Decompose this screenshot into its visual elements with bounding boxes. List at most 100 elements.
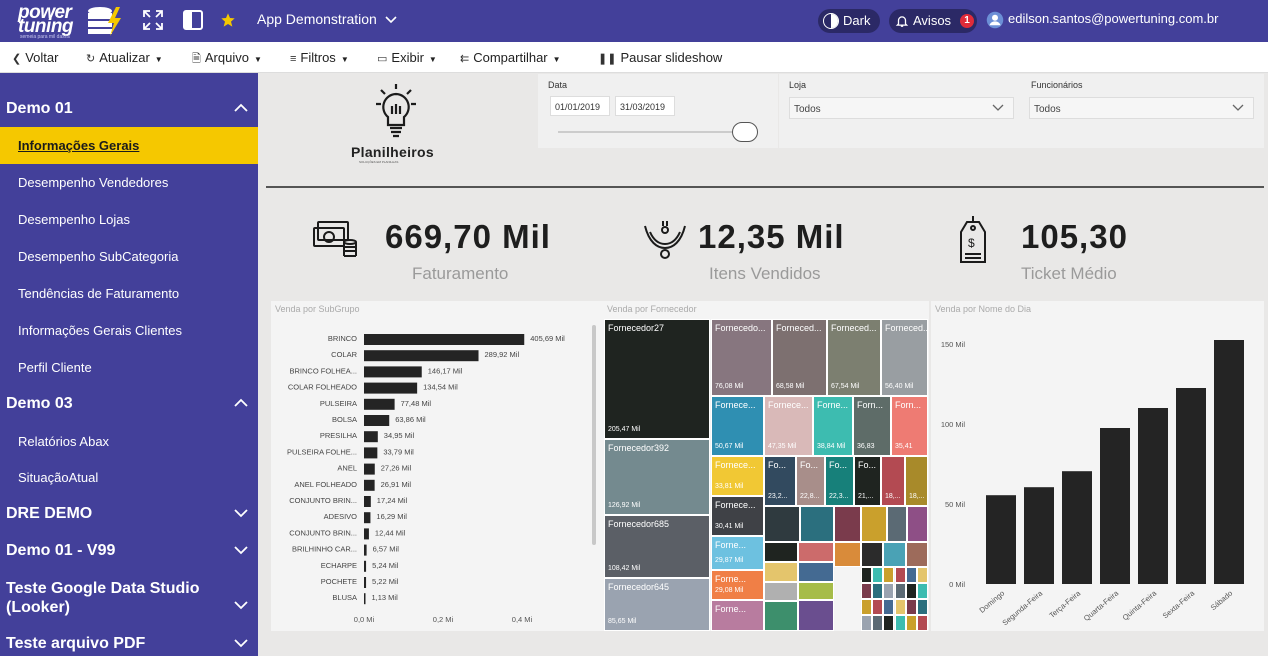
chart-subgrupo-scrollbar[interactable] — [592, 325, 596, 545]
bar-7[interactable] — [364, 447, 378, 459]
app-title-dropdown[interactable]: App Demonstration — [257, 11, 397, 27]
treemap-tile-small[interactable] — [872, 567, 884, 583]
bar-16[interactable] — [364, 593, 366, 605]
treemap-tile-small[interactable] — [764, 562, 798, 582]
treemap-tile-small[interactable] — [917, 615, 928, 631]
date-start-input[interactable]: 01/01/2019 — [550, 96, 610, 116]
sidebar-item-tendencias-faturamento[interactable]: Tendências de Faturamento — [0, 275, 258, 312]
treemap-tile-small[interactable] — [907, 506, 928, 542]
panel-toggle-icon[interactable] — [182, 9, 204, 31]
treemap-tile-small[interactable] — [872, 599, 884, 615]
atualizar-button[interactable]: ↻ Atualizar ▼ — [86, 50, 163, 65]
bar-12[interactable] — [364, 528, 369, 540]
bar-0[interactable] — [364, 334, 525, 345]
treemap-tile-small[interactable] — [894, 567, 906, 583]
arquivo-button[interactable]: 🗎 Arquivo ▼ — [192, 50, 262, 69]
bar-2[interactable] — [364, 366, 422, 378]
dark-mode-toggle[interactable]: Dark — [818, 9, 880, 33]
filtros-button[interactable]: ≡ Filtros ▼ — [290, 50, 349, 65]
treemap-tile-small[interactable] — [894, 583, 906, 599]
treemap-tile-4[interactable]: Fornecedo... 76,08 Mil — [711, 319, 772, 396]
treemap-tile-16[interactable]: Forne... 29,08 Mil — [711, 570, 764, 600]
treemap-tile-14[interactable]: Fornece... 30,41 Mil — [711, 496, 764, 536]
treemap-tile-small[interactable] — [872, 615, 884, 631]
treemap-tile-6[interactable]: Forneced... 67,54 Mil — [827, 319, 881, 396]
date-slider-track[interactable] — [558, 131, 758, 133]
bar-4[interactable] — [364, 398, 395, 410]
treemap-tile-small[interactable] — [883, 567, 895, 583]
treemap-tile-8[interactable]: Fornece... 50,67 Mil — [711, 396, 764, 456]
treemap-tile-small[interactable] — [834, 542, 861, 567]
avisos-button[interactable]: Avisos 1 — [889, 9, 977, 33]
bar-6[interactable] — [364, 431, 378, 443]
sidebar-item-perfil-cliente[interactable]: Perfil Cliente — [0, 349, 258, 386]
treemap-tile-3[interactable]: Fornecedor645 85,65 Mil — [604, 578, 710, 631]
treemap-tile-small[interactable] — [861, 583, 872, 599]
bar-5[interactable] — [364, 415, 390, 426]
treemap-tile-23[interactable]: 18,... — [905, 456, 928, 506]
exibir-button[interactable]: ▭ Exibir ▼ — [377, 50, 437, 65]
sidebar-item-informacoes-gerais-clientes[interactable]: Informações Gerais Clientes — [0, 312, 258, 349]
treemap-tile-small[interactable] — [883, 542, 906, 567]
treemap-tile-small[interactable] — [887, 506, 907, 542]
treemap-tile-small[interactable] — [800, 506, 834, 542]
treemap-tile-11[interactable]: Forn... 36,83 — [853, 396, 891, 456]
column-5[interactable] — [1176, 388, 1206, 584]
bar-1[interactable] — [364, 350, 479, 362]
treemap-tile-small[interactable] — [861, 599, 872, 615]
voltar-button[interactable]: ❮ Voltar — [12, 50, 58, 65]
star-icon[interactable] — [220, 12, 236, 28]
treemap-tile-small[interactable] — [905, 567, 917, 583]
treemap-tile-small[interactable] — [872, 583, 884, 599]
sidebar-section-looker[interactable]: Teste Google Data Studio (Looker) — [0, 579, 258, 619]
date-slider-handle[interactable] — [732, 122, 758, 142]
bar-14[interactable] — [364, 560, 367, 572]
powertuning-logo[interactable]: power tuning semeia para mil dashs — [16, 3, 126, 40]
treemap-tile-small[interactable] — [883, 583, 895, 599]
treemap-tile-small[interactable] — [764, 506, 800, 542]
bar-8[interactable] — [364, 463, 375, 475]
treemap-tile-small[interactable] — [906, 542, 928, 567]
date-end-input[interactable]: 31/03/2019 — [615, 96, 675, 116]
treemap-tile-small[interactable] — [861, 615, 872, 631]
treemap-tile-13[interactable]: Fornece... 33,81 Mil — [711, 456, 764, 496]
treemap-tile-small[interactable] — [834, 506, 861, 542]
treemap-tile-small[interactable] — [883, 615, 895, 631]
column-3[interactable] — [1100, 428, 1130, 584]
treemap-tile-small[interactable] — [905, 615, 917, 631]
treemap-tile-small[interactable] — [764, 542, 798, 562]
treemap-tile-small[interactable] — [883, 599, 895, 615]
sidebar-item-informacoes-gerais[interactable]: Informações Gerais — [0, 127, 258, 164]
treemap-tile-22[interactable]: 18,... — [881, 456, 905, 506]
sidebar-item-relatorios-abax[interactable]: Relatórios Abax — [0, 423, 258, 460]
treemap-tile-small[interactable] — [917, 599, 928, 615]
treemap-tile-2[interactable]: Fornecedor685 108,42 Mil — [604, 515, 710, 578]
sidebar-item-desempenho-lojas[interactable]: Desempenho Lojas — [0, 201, 258, 238]
treemap-tile-small[interactable] — [905, 599, 917, 615]
treemap-tile-small[interactable] — [798, 582, 834, 600]
treemap-tile-small[interactable] — [764, 601, 798, 631]
bar-9[interactable] — [364, 479, 375, 491]
bar-15[interactable] — [364, 577, 367, 588]
treemap-tile-small[interactable] — [861, 506, 887, 542]
treemap-tile-small[interactable] — [861, 542, 883, 567]
treemap-tile-19[interactable]: Fo... 22,8... — [796, 456, 825, 506]
funcionarios-dropdown[interactable]: Todos — [1029, 97, 1254, 119]
treemap-tile-12[interactable]: Forn... 35,41 — [891, 396, 928, 456]
treemap-tile-10[interactable]: Forne... 38,84 Mil — [813, 396, 853, 456]
treemap-tile-small[interactable] — [905, 583, 917, 599]
treemap-tile-small[interactable] — [798, 542, 834, 562]
compartilhar-button[interactable]: ⇇ Compartilhar ▼ — [460, 50, 561, 65]
treemap-tile-small[interactable] — [764, 582, 798, 601]
treemap-tile-small[interactable] — [798, 562, 834, 582]
treemap-tile-1[interactable]: Fornecedor392 126,92 Mil — [604, 439, 710, 515]
column-6[interactable] — [1214, 340, 1244, 584]
pausar-slideshow-button[interactable]: ❚❚ Pausar slideshow — [598, 50, 722, 65]
treemap-tile-18[interactable]: Fo... 23,2... — [764, 456, 796, 506]
sidebar-item-desempenho-subcategoria[interactable]: Desempenho SubCategoria — [0, 238, 258, 275]
treemap-tile-small[interactable] — [798, 600, 834, 631]
treemap-tile-0[interactable]: Fornecedor27 205,47 Mil — [604, 319, 710, 439]
column-4[interactable] — [1138, 408, 1168, 584]
sidebar-item-situacao-atual[interactable]: SituaçãoAtual — [0, 459, 258, 496]
treemap-tile-small[interactable] — [894, 615, 906, 631]
